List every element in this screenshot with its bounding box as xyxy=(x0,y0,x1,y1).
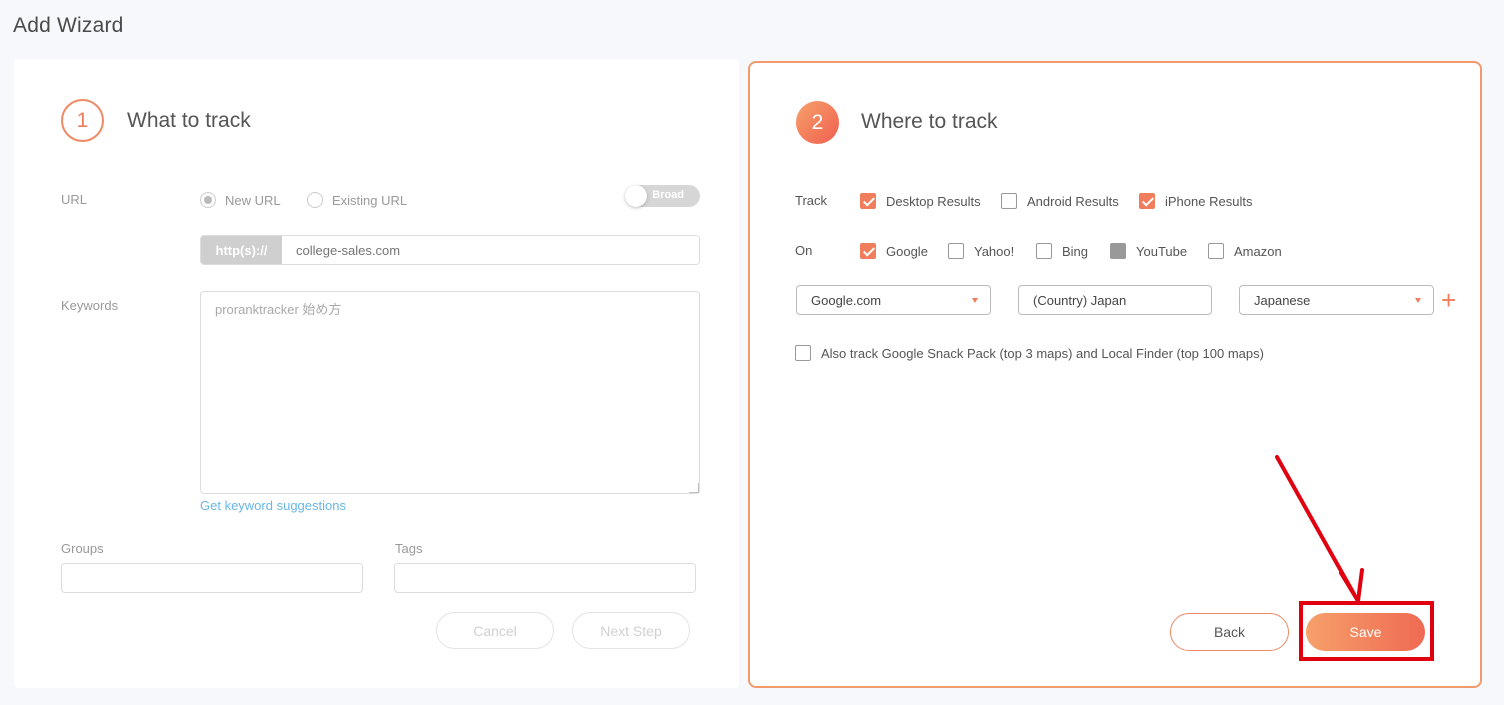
checkbox-checked-icon xyxy=(860,193,876,209)
language-select[interactable]: Japanese xyxy=(1239,285,1434,315)
caret-down-icon xyxy=(972,298,978,303)
iphone-results-checkbox[interactable]: iPhone Results xyxy=(1139,193,1252,209)
what-to-track-panel: 1 What to track URL New URL Existing URL… xyxy=(14,59,739,688)
checkbox-icon xyxy=(948,243,964,259)
track-label: Track xyxy=(795,193,828,208)
desktop-results-label: Desktop Results xyxy=(886,193,981,209)
step-2-title: Where to track xyxy=(861,110,998,133)
new-url-label: New URL xyxy=(225,192,281,208)
bing-label: Bing xyxy=(1062,243,1089,259)
url-input-group: http(s):// xyxy=(200,235,700,265)
where-to-track-panel: 2 Where to track Track Desktop Results A… xyxy=(748,61,1482,688)
page-title: Add Wizard xyxy=(13,14,124,37)
broad-toggle[interactable]: Broad xyxy=(625,185,700,207)
resize-grip-icon[interactable] xyxy=(689,483,699,493)
checkbox-disabled-icon xyxy=(1110,243,1126,259)
amazon-label: Amazon xyxy=(1234,243,1282,259)
groups-label: Groups xyxy=(61,541,104,556)
checkbox-checked-icon xyxy=(1139,193,1155,209)
google-checkbox[interactable]: Google xyxy=(860,243,928,259)
url-label: URL xyxy=(61,192,88,207)
youtube-checkbox[interactable]: YouTube xyxy=(1110,243,1187,259)
google-label: Google xyxy=(886,243,928,259)
step-1-badge: 1 xyxy=(61,99,104,142)
groups-input[interactable] xyxy=(61,563,363,593)
android-results-checkbox[interactable]: Android Results xyxy=(1001,193,1119,209)
back-button[interactable]: Back xyxy=(1170,613,1289,651)
tags-input[interactable] xyxy=(394,563,696,593)
checkbox-checked-icon xyxy=(860,243,876,259)
language-value: Japanese xyxy=(1254,292,1311,308)
caret-down-icon xyxy=(1415,298,1421,303)
step-1-title: What to track xyxy=(127,109,251,132)
url-prefix: http(s):// xyxy=(201,236,282,264)
yahoo-checkbox[interactable]: Yahoo! xyxy=(948,243,1014,259)
keywords-label: Keywords xyxy=(61,298,119,313)
url-input[interactable] xyxy=(282,236,699,264)
radio-icon xyxy=(307,192,323,208)
youtube-label: YouTube xyxy=(1136,243,1188,259)
checkbox-icon xyxy=(795,345,811,361)
search-engine-value: Google.com xyxy=(811,292,882,308)
save-highlight-box xyxy=(1299,601,1434,661)
next-step-button[interactable]: Next Step xyxy=(572,612,690,649)
existing-url-label: Existing URL xyxy=(332,192,408,208)
checkbox-icon xyxy=(1036,243,1052,259)
keywords-textarea[interactable]: proranktracker 始め方 xyxy=(200,291,700,494)
step-2-badge: 2 xyxy=(796,101,839,144)
cancel-button[interactable]: Cancel xyxy=(436,612,554,649)
on-label: On xyxy=(795,243,813,258)
checkbox-icon xyxy=(1208,243,1224,259)
android-results-label: Android Results xyxy=(1027,193,1119,209)
yahoo-label: Yahoo! xyxy=(974,243,1015,259)
country-input[interactable]: (Country) Japan xyxy=(1018,285,1212,315)
snack-pack-checkbox[interactable]: Also track Google Snack Pack (top 3 maps… xyxy=(795,345,1264,361)
tags-label: Tags xyxy=(395,541,423,556)
search-engine-select[interactable]: Google.com xyxy=(796,285,991,315)
toggle-label: Broad xyxy=(652,189,684,201)
checkbox-icon xyxy=(1001,193,1017,209)
country-value: (Country) Japan xyxy=(1033,292,1127,308)
snack-pack-label: Also track Google Snack Pack (top 3 maps… xyxy=(821,345,1264,361)
existing-url-radio[interactable]: Existing URL xyxy=(307,192,407,208)
bing-checkbox[interactable]: Bing xyxy=(1036,243,1088,259)
iphone-results-label: iPhone Results xyxy=(1165,193,1253,209)
plus-icon[interactable]: + xyxy=(1441,287,1456,313)
radio-checked-icon xyxy=(200,192,216,208)
desktop-results-checkbox[interactable]: Desktop Results xyxy=(860,193,981,209)
keyword-suggestions-link[interactable]: Get keyword suggestions xyxy=(200,498,346,513)
toggle-knob xyxy=(625,185,647,207)
amazon-checkbox[interactable]: Amazon xyxy=(1208,243,1282,259)
new-url-radio[interactable]: New URL xyxy=(200,192,281,208)
